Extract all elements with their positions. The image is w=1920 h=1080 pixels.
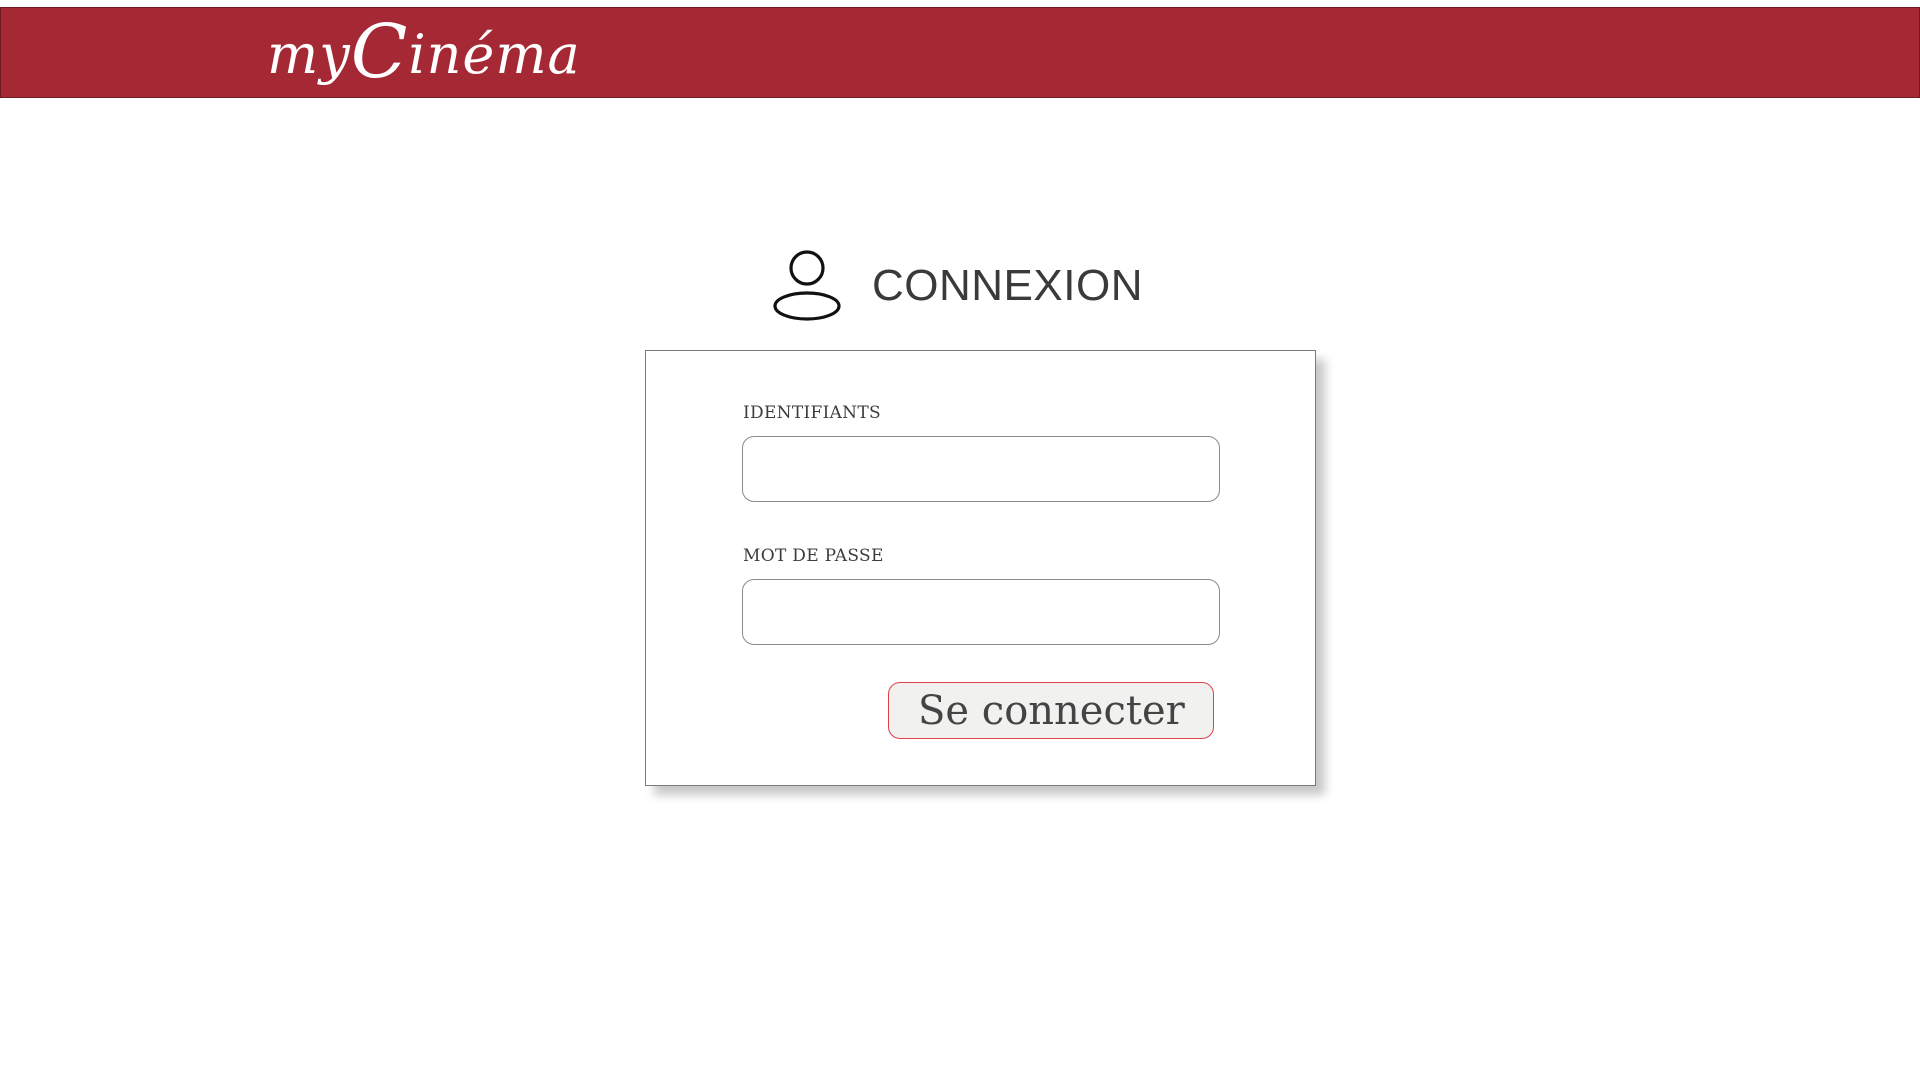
username-label: IDENTIFIANTS: [743, 403, 881, 423]
logo-prefix: my: [267, 23, 351, 86]
login-heading: CONNEXION: [772, 250, 1143, 322]
username-field[interactable]: [742, 436, 1220, 502]
site-logo[interactable]: myCinéma: [267, 8, 581, 97]
logo-rest: inéma: [408, 23, 581, 86]
site-header: myCinéma: [0, 7, 1920, 98]
password-field[interactable]: [742, 579, 1220, 645]
page-title: CONNEXION: [872, 261, 1143, 310]
login-form: IDENTIFIANTS MOT DE PASSE Se connecter: [645, 350, 1316, 786]
user-icon: [773, 250, 841, 321]
logo-initial: C: [350, 9, 409, 95]
login-button[interactable]: Se connecter: [888, 682, 1214, 739]
password-label: MOT DE PASSE: [743, 546, 884, 566]
